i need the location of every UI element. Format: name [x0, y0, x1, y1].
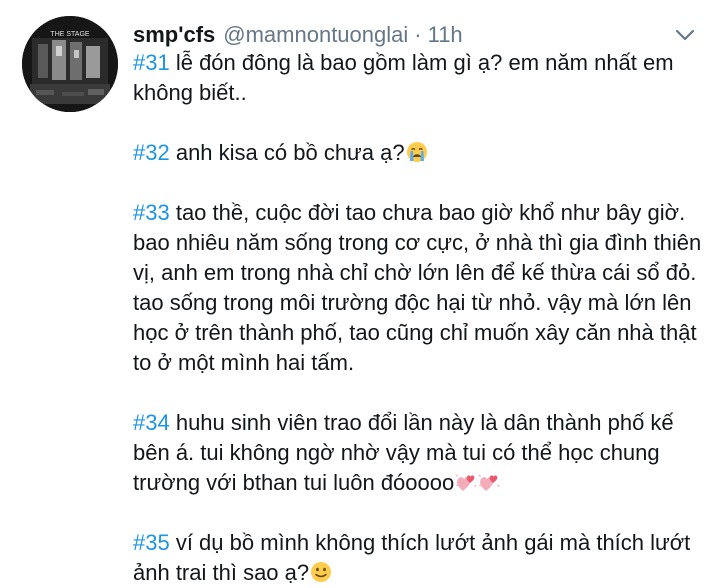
two-hearts-emoji: [455, 471, 477, 493]
avatar[interactable]: THE STAGE: [22, 16, 118, 112]
tweet-paragraph: #33 tao thề, cuộc đời tao chưa bao giờ k…: [133, 198, 708, 378]
hashtag-link[interactable]: #32: [133, 140, 170, 165]
paragraph-text: tao thề, cuộc đời tao chưa bao giờ khổ n…: [133, 200, 702, 375]
paragraph-text: huhu sinh viên trao đổi lần này là dân t…: [133, 410, 674, 495]
tweet-paragraph: #31 lễ đón đông là bao gồm làm gì ạ? em …: [133, 48, 708, 108]
avatar-text: THE STAGE: [50, 31, 89, 38]
more-menu-button[interactable]: [670, 18, 700, 52]
paragraph-text: ví dụ bồ mình không thích lướt ảnh gái m…: [133, 530, 691, 585]
chevron-down-icon: [675, 29, 695, 41]
avatar-image: THE STAGE: [22, 16, 118, 112]
tweet-paragraph: #35 ví dụ bồ mình không thích lướt ảnh g…: [133, 528, 708, 588]
user-handle[interactable]: @mamnontuonglai: [223, 22, 408, 48]
tweet-paragraph: #32 anh kisa có bồ chưa ạ?: [133, 138, 708, 168]
paragraph-text: anh kisa có bồ chưa ạ?: [169, 140, 405, 165]
tweet: THE STAGE smp'cfs @mamnontuonglai · 11h …: [0, 0, 720, 585]
tweet-paragraph: #34 huhu sinh viên trao đổi lần này là d…: [133, 408, 708, 498]
slightly-smiling-face-emoji: [310, 561, 332, 583]
tweet-header: smp'cfs @mamnontuonglai · 11h: [133, 20, 463, 50]
display-name[interactable]: smp'cfs: [133, 22, 215, 48]
hashtag-link[interactable]: #31: [133, 50, 170, 75]
hashtag-link[interactable]: #33: [133, 200, 170, 225]
tweet-body: #31 lễ đón đông là bao gồm làm gì ạ? em …: [133, 48, 708, 588]
paragraph-text: lễ đón đông là bao gồm làm gì ạ? em năm …: [133, 50, 674, 105]
hashtag-link[interactable]: #34: [133, 410, 170, 435]
tweet-time[interactable]: 11h: [428, 22, 463, 48]
separator-dot: ·: [414, 22, 422, 47]
crying-face-emoji: [406, 141, 428, 163]
two-hearts-emoji: [478, 471, 500, 493]
hashtag-link[interactable]: #35: [133, 530, 170, 555]
